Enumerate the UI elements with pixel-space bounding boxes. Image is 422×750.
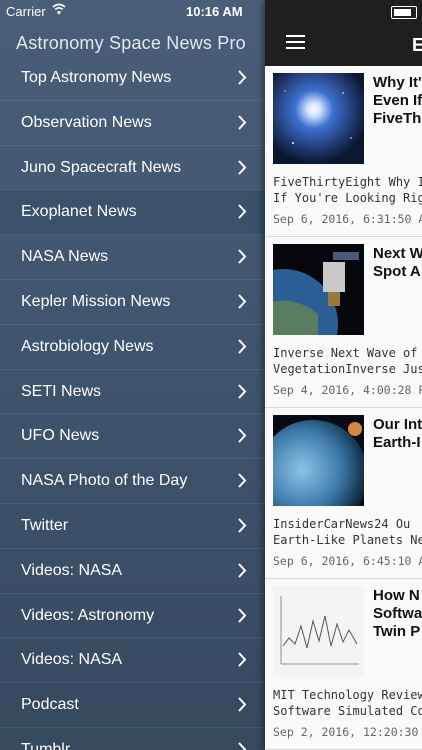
side-drawer: Astronomy Space News Pro Top Astronomy N… <box>0 0 265 750</box>
menu-item-label: Videos: NASA <box>21 561 123 579</box>
article-headline: Why It' Even If FiveThi <box>373 74 422 127</box>
chevron-right-icon <box>238 249 247 264</box>
menu-item-exoplanet-news[interactable]: Exoplanet News <box>0 190 265 236</box>
article-headline: Our Int Earth-I <box>373 416 422 451</box>
chevron-right-icon <box>238 115 247 130</box>
menu-item-label: Astrobiology News <box>21 337 154 355</box>
article-summary: MIT Technology Review Software Simulated … <box>273 688 422 718</box>
menu-item-videos-nasa-2[interactable]: Videos: NASA <box>0 638 265 684</box>
nav-bar: E <box>265 0 422 66</box>
menu-item-podcast[interactable]: Podcast <box>0 683 265 728</box>
menu-item-videos-astronomy[interactable]: Videos: Astronomy <box>0 594 265 639</box>
article-thumbnail <box>273 244 364 335</box>
article-thumbnail <box>273 586 364 677</box>
article-thumbnail <box>273 415 364 506</box>
hamburger-menu-icon[interactable] <box>286 35 305 49</box>
status-time: 10:16 AM <box>186 4 243 19</box>
menu-item-label: UFO News <box>21 427 100 445</box>
menu-item-label: Podcast <box>21 696 79 714</box>
news-card[interactable]: Next W Spot A Inverse Next Wave of Vegetat… <box>265 237 422 408</box>
menu-item-label: Kepler Mission News <box>21 292 171 310</box>
article-headline: How N Softwa Twin P <box>373 587 422 640</box>
chevron-right-icon <box>238 294 247 309</box>
menu-item-label: NASA News <box>21 248 109 266</box>
menu-item-nasa-news[interactable]: NASA News <box>0 235 265 280</box>
news-card[interactable]: How N Softwa Twin P MIT Technology Review S… <box>265 579 422 750</box>
news-card[interactable]: Our Int Earth-I InsiderCarNews24 Ou Earth-… <box>265 408 422 579</box>
status-bar: Carrier 10:16 AM <box>0 0 265 22</box>
news-feed: Why It' Even If FiveThi FiveThirtyEight Wh… <box>265 66 422 750</box>
menu-item-twitter[interactable]: Twitter <box>0 504 265 549</box>
chevron-right-icon <box>238 159 247 175</box>
chevron-right-icon <box>238 428 247 444</box>
chevron-right-icon <box>238 518 247 533</box>
menu-item-top-astronomy-news[interactable]: Top Astronomy News <box>0 56 265 101</box>
menu-item-juno-spacecraft-news[interactable]: Juno Spacecraft News <box>0 146 265 191</box>
news-content-pane[interactable]: E Why It' Even If FiveThi FiveThirtyEigh… <box>265 0 422 750</box>
chevron-right-icon <box>238 652 247 668</box>
carrier-label: Carrier <box>6 4 46 19</box>
article-thumbnail <box>273 73 364 164</box>
menu-item-label: Exoplanet News <box>21 203 137 221</box>
article-date: Sep 6, 2016, 6:31:50 AM <box>273 212 422 226</box>
article-date: Sep 4, 2016, 4:00:28 PM <box>273 383 422 397</box>
wifi-icon <box>52 3 66 15</box>
menu-item-label: NASA Photo of the Day <box>21 472 188 490</box>
menu-item-nasa-photo-of-the-day[interactable]: NASA Photo of the Day <box>0 459 265 504</box>
menu-item-label: Videos: Astronomy <box>21 606 155 624</box>
article-date: Sep 2, 2016, 12:20:30 PM <box>273 725 422 739</box>
article-headline: Next W Spot A <box>373 245 422 280</box>
chevron-right-icon <box>238 70 247 85</box>
chevron-right-icon <box>238 607 247 623</box>
chevron-right-icon <box>238 473 247 488</box>
menu-item-astrobiology-news[interactable]: Astrobiology News <box>0 325 265 370</box>
menu-item-label: Tumblr <box>21 740 71 750</box>
menu-item-kepler-mission-news[interactable]: Kepler Mission News <box>0 280 265 325</box>
chevron-right-icon <box>238 742 247 750</box>
menu-item-seti-news[interactable]: SETI News <box>0 370 265 415</box>
chevron-right-icon <box>238 383 247 399</box>
drawer-menu: Top Astronomy News Observation News Juno… <box>0 56 265 750</box>
chevron-right-icon <box>238 697 247 712</box>
chevron-right-icon <box>238 204 247 220</box>
article-summary: Inverse Next Wave of VegetationInverse Ju… <box>273 346 422 376</box>
menu-item-label: Videos: NASA <box>21 651 123 669</box>
menu-item-label: Observation News <box>21 113 152 131</box>
menu-item-label: SETI News <box>21 382 102 400</box>
drawer-title: Astronomy Space News Pro <box>16 33 246 53</box>
news-card[interactable]: Why It' Even If FiveThi FiveThirtyEight Wh… <box>265 66 422 237</box>
battery-icon <box>391 6 417 19</box>
menu-item-ufo-news[interactable]: UFO News <box>0 414 265 460</box>
article-summary: FiveThirtyEight Why It If You're Looking … <box>273 175 422 205</box>
menu-item-label: Twitter <box>21 516 69 534</box>
menu-item-label: Top Astronomy News <box>21 69 172 86</box>
chevron-right-icon <box>238 563 247 578</box>
nav-title: E <box>412 35 422 55</box>
chevron-right-icon <box>238 339 247 354</box>
menu-item-tumblr[interactable]: Tumblr <box>0 728 265 750</box>
menu-item-videos-nasa[interactable]: Videos: NASA <box>0 549 265 594</box>
article-summary: InsiderCarNews24 Ou Earth-Like Planets Ne… <box>273 517 422 547</box>
menu-item-observation-news[interactable]: Observation News <box>0 101 265 146</box>
article-date: Sep 6, 2016, 6:45:10 AM <box>273 554 422 568</box>
menu-item-label: Juno Spacecraft News <box>21 158 182 176</box>
